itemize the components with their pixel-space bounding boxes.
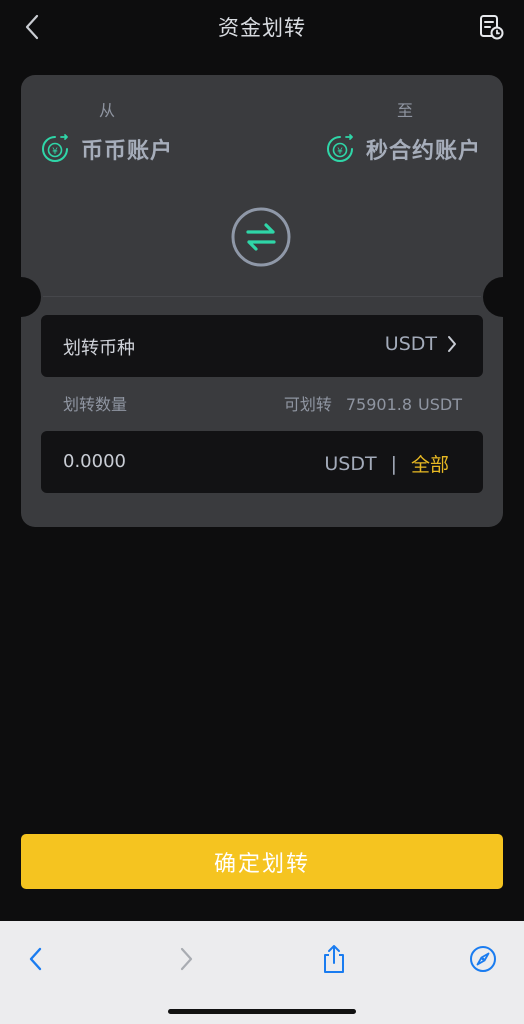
browser-back-button[interactable] (16, 939, 56, 979)
amount-suffix: USDT | 全部 (324, 450, 449, 477)
to-account[interactable]: ¥ 秒合约账户 (324, 133, 481, 165)
from-label: 从 (99, 101, 116, 120)
browser-share-button[interactable] (314, 939, 354, 979)
quantity-label: 划转数量 (63, 395, 128, 414)
safari-compass-icon (470, 946, 496, 972)
swap-icon (231, 207, 291, 267)
confirm-transfer-button[interactable]: 确定划转 (21, 834, 503, 889)
all-button[interactable]: 全部 (411, 450, 449, 477)
coin-label: 划转币种 (63, 338, 135, 359)
ticket-notch-left (21, 277, 41, 317)
chevron-right-icon (447, 335, 457, 353)
divider (43, 296, 481, 297)
to-label: 至 (396, 101, 413, 120)
account-icon: ¥ (42, 134, 68, 162)
coin-value: USDT (384, 333, 437, 355)
from-account[interactable]: ¥ 币币账户 (39, 133, 173, 165)
page-title: 资金划转 (218, 16, 306, 40)
amount-field[interactable]: 0.0000 USDT | 全部 (41, 431, 483, 493)
available-unit: USDT (418, 395, 462, 414)
chevron-right-icon (180, 947, 193, 971)
app-root: 资金划转 从 至 ¥ 币币账户 ¥ 秒合约账户 划转币种 USDT 划转数量 可… (0, 0, 524, 1024)
account-icon: ¥ (327, 134, 353, 162)
browser-forward-button[interactable] (166, 939, 206, 979)
transfer-card: 从 至 ¥ 币币账户 ¥ 秒合约账户 划转币种 USDT 划转数量 可划转 75… (21, 75, 503, 527)
amount-unit: USDT (324, 452, 377, 475)
history-button[interactable] (476, 12, 506, 42)
available-value: 75901.8 (345, 395, 413, 414)
svg-text:¥: ¥ (337, 147, 343, 157)
browser-toolbar (0, 921, 524, 1024)
coin-value-wrap: USDT (385, 333, 457, 355)
share-icon (324, 945, 344, 973)
amount-separator: | (390, 452, 397, 475)
amount-input[interactable]: 0.0000 (63, 451, 126, 472)
browser-safari-button[interactable] (463, 939, 503, 979)
coin-selector[interactable]: 划转币种 USDT (41, 315, 483, 377)
ticket-notch-right (483, 277, 503, 317)
svg-text:¥: ¥ (52, 147, 58, 157)
swap-button[interactable] (230, 206, 292, 268)
available-balance: 可划转 75901.8 USDT (284, 391, 462, 415)
from-account-name: 币币账户 (81, 139, 174, 164)
chevron-left-icon (29, 947, 42, 971)
available-label: 可划转 (283, 395, 332, 414)
header: 资金划转 (0, 0, 524, 56)
history-icon (480, 15, 504, 40)
home-indicator (168, 1009, 356, 1014)
to-account-name: 秒合约账户 (365, 139, 481, 164)
